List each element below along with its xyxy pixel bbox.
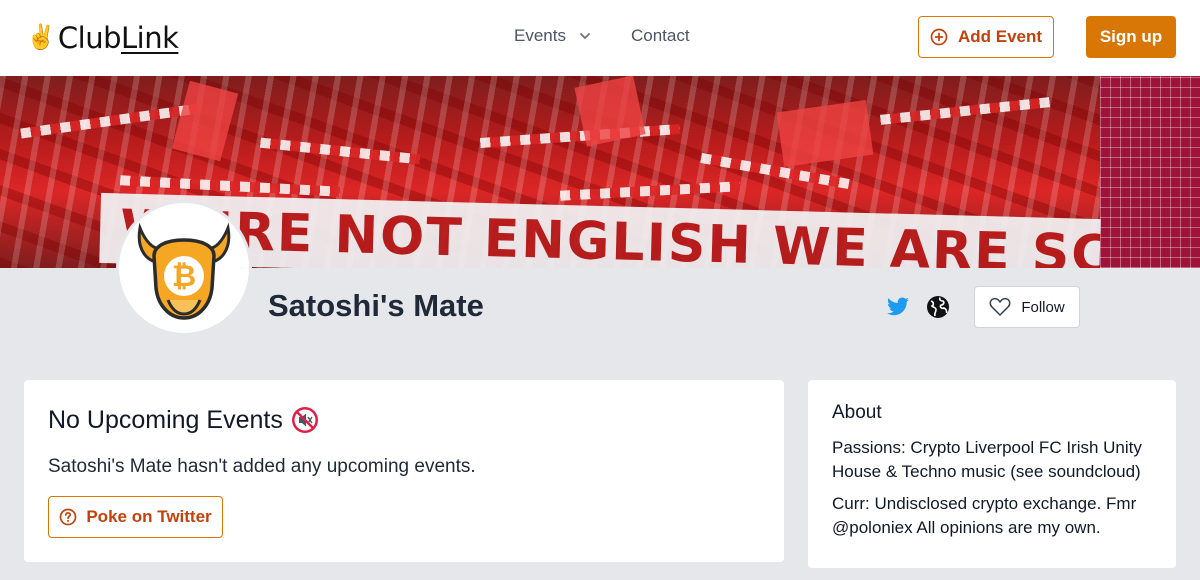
add-event-button[interactable]: Add Event [918,16,1054,58]
banner-scarf [879,97,1051,125]
signup-button[interactable]: Sign up [1086,16,1176,58]
about-title: About [832,402,882,423]
avatar: ₿ [116,200,252,336]
logo-text: ClubLink [58,20,179,56]
question-circle-icon [59,508,77,526]
events-card-title-text: No Upcoming Events [48,406,283,434]
bitcoin-bull-icon: ₿ [137,222,231,320]
banner-flag [574,76,646,147]
poke-on-twitter-button[interactable]: Poke on Twitter [48,496,223,538]
logo-text-prefix: Club [57,21,122,55]
banner-scarf [479,124,681,148]
about-paragraph: Curr: Undisclosed crypto exchange. Fmr @… [832,494,1137,537]
banner-scarf [259,137,421,165]
svg-text:₿: ₿ [172,259,196,294]
logo-text-suffix: Link [121,21,179,55]
banner-scarf [559,181,741,201]
about-paragraph: Passions: Crypto Liverpool FC Irish Unit… [832,438,1142,481]
banner-flag [171,80,239,162]
victory-hand-icon: ✌️ [26,24,56,51]
clublink-logo[interactable]: ✌️ ClubLink [26,20,179,56]
globe-icon[interactable] [926,295,950,319]
follow-button[interactable]: Follow [974,286,1080,328]
nav-events-dropdown[interactable]: Events [514,26,592,46]
chevron-down-icon [580,33,590,39]
banner-scarf [20,103,200,139]
muted-speaker-icon [291,407,318,433]
nav-contact-link[interactable]: Contact [631,26,690,46]
site-header: ✌️ ClubLink Events Contact Add Event Sig… [0,0,1200,76]
profile-name: Satoshi's Mate [268,288,484,323]
add-event-label: Add Event [957,27,1043,46]
follow-label: Follow [1021,298,1065,316]
banner-flag [776,100,874,167]
nav-events-label: Events [514,26,566,45]
poke-label: Poke on Twitter [86,507,212,526]
upcoming-events-card: No Upcoming Events Satoshi's Mate hasn't… [24,380,784,562]
about-card: About Passions: Crypto Liverpool FC Iris… [808,380,1176,568]
heart-icon [989,297,1011,316]
banner-goal-net [1100,76,1200,268]
twitter-icon[interactable] [886,295,910,319]
events-card-description: Satoshi's Mate hasn't added any upcoming… [48,456,476,477]
events-card-title: No Upcoming Events [48,404,319,436]
plus-circle-icon [930,28,948,46]
